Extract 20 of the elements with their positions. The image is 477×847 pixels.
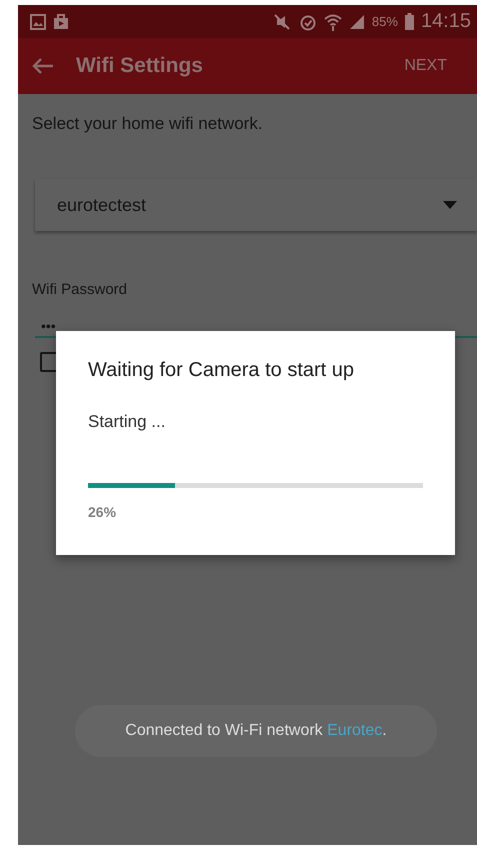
alarm-icon (298, 12, 317, 30)
instruction-text: Select your home wifi network. (32, 114, 264, 134)
image-icon (30, 14, 46, 30)
clock: 14:15 (420, 10, 471, 33)
dropdown-caret-icon (443, 201, 457, 209)
progress-percent: 26% (88, 504, 118, 520)
wifi-icon (324, 12, 342, 30)
back-arrow-icon[interactable] (32, 57, 54, 75)
signal-icon (348, 14, 365, 30)
briefcase-icon (53, 14, 69, 30)
network-dropdown[interactable]: eurotectest (35, 179, 477, 231)
dialog-title: Waiting for Camera to start up (88, 359, 356, 382)
dialog-message: Starting ... (88, 412, 166, 432)
password-label: Wifi Password (32, 281, 128, 298)
toast-message: Connected to Wi-Fi network Eurotec. (125, 722, 387, 740)
battery-level: 85% (372, 14, 398, 29)
battery-icon (404, 13, 414, 30)
mute-icon (272, 14, 292, 30)
next-button[interactable]: NEXT (390, 51, 461, 81)
screen-title: Wifi Settings (76, 54, 203, 78)
